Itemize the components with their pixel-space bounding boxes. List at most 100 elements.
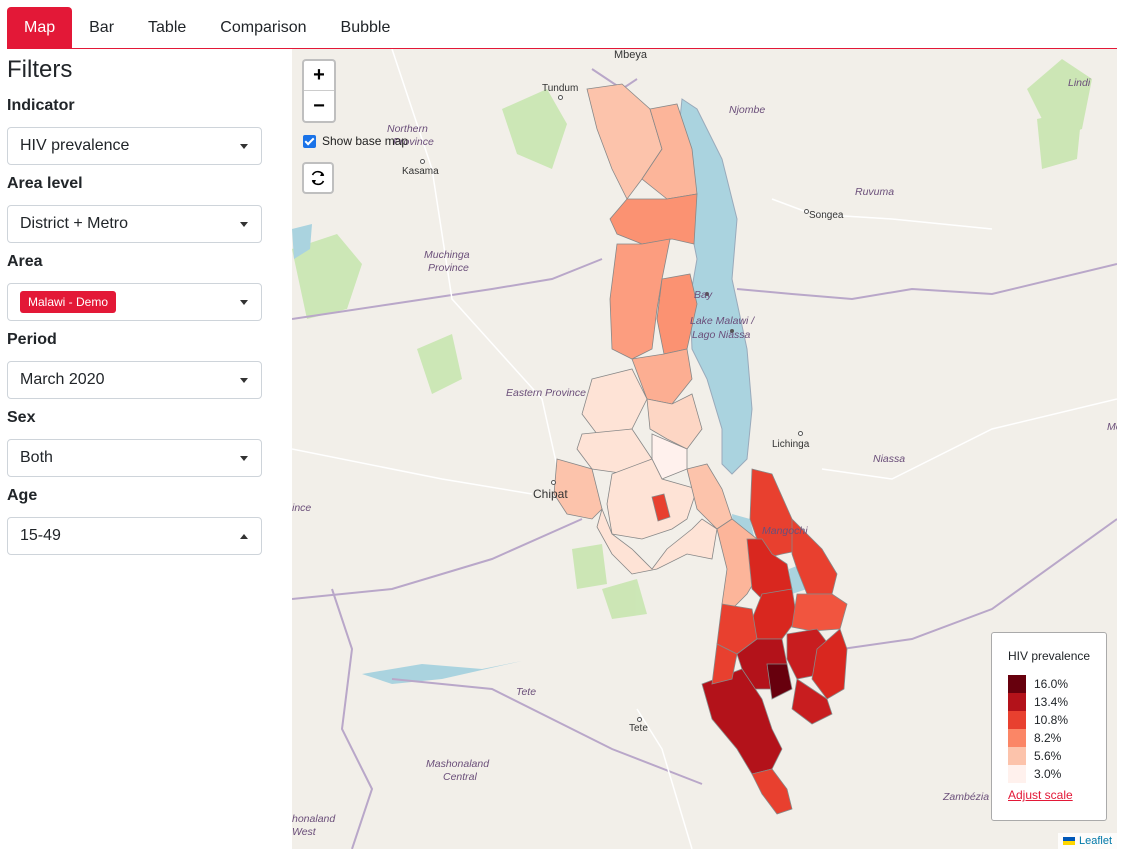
park-area [572, 544, 607, 589]
chevron-down-icon [240, 222, 248, 227]
chevron-up-icon [240, 534, 248, 539]
city-dot [420, 159, 425, 164]
district-balaka[interactable] [751, 588, 798, 640]
district-lilongwe[interactable] [606, 458, 698, 540]
zoom-control: + − [302, 59, 336, 123]
indicator-label: Indicator [7, 97, 75, 114]
legend-title: HIV prevalence [1008, 649, 1091, 663]
chevron-down-icon [240, 378, 248, 383]
city-dot [558, 95, 563, 100]
refresh-icon [311, 170, 325, 186]
label-muchinga-2: Province [428, 262, 469, 274]
area-tag[interactable]: Malawi - Demo [20, 291, 117, 313]
legend-item: 5.6% [1008, 747, 1106, 765]
area-level-value: District + Metro [20, 215, 129, 232]
park-area [502, 89, 567, 169]
label-songea: Songea [809, 210, 844, 221]
park-area [1037, 109, 1082, 169]
age-value: 15-49 [20, 527, 61, 544]
reset-view-button[interactable] [302, 162, 334, 194]
label-ince: ince [292, 502, 312, 514]
ukraine-flag-icon [1062, 837, 1075, 845]
legend-label: 8.2% [1034, 731, 1062, 745]
legend-item: 3.0% [1008, 765, 1106, 783]
age-select[interactable]: 15-49 [7, 517, 262, 555]
attribution-label[interactable]: Leaflet [1079, 835, 1112, 847]
age-group: Age 15-49 [7, 486, 262, 555]
tab-table[interactable]: Table [131, 7, 203, 48]
district-nsanje[interactable] [751, 768, 793, 815]
label-muchinga: Muchinga [424, 249, 470, 261]
label-mashonaland-west-2: West [292, 826, 316, 838]
label-lichinga: Lichinga [772, 439, 810, 450]
sex-select[interactable]: Both [7, 439, 262, 477]
tab-bar-chart[interactable]: Bar [72, 7, 131, 48]
district-zomba[interactable] [791, 593, 848, 632]
chevron-down-icon [240, 456, 248, 461]
road [771, 198, 993, 230]
sex-value: Both [20, 449, 53, 466]
district-salima[interactable] [686, 463, 733, 530]
label-mashonaland: Mashonaland [426, 758, 490, 770]
label-tete-region: Tete [516, 686, 537, 698]
indicator-group: Indicator HIV prevalence [7, 96, 262, 165]
label-zambezia: Zambézia [943, 791, 990, 803]
legend-item: 16.0% [1008, 675, 1106, 693]
legend-swatch [1008, 729, 1026, 747]
label-chipata: Chipat [533, 487, 568, 501]
map-view[interactable]: Mbeya Tundum Njombe Lindi Northern Provi… [292, 49, 1117, 849]
area-level-label: Area level [7, 175, 83, 192]
label-eastern-province: Eastern Province [506, 387, 586, 399]
period-select[interactable]: March 2020 [7, 361, 262, 399]
city-dot [798, 431, 803, 436]
area-level-select[interactable]: District + Metro [7, 205, 262, 243]
filters-title: Filters [7, 56, 73, 83]
label-ruvuma: Ruvuma [855, 186, 895, 198]
label-mashonaland-west: honaland [292, 813, 336, 825]
legend-item: 13.4% [1008, 693, 1106, 711]
label-bay: Bay [694, 289, 713, 301]
legend-swatch [1008, 693, 1026, 711]
attribution[interactable]: Leaflet [1057, 833, 1117, 849]
indicator-value: HIV prevalence [20, 137, 130, 154]
border-line [292, 518, 583, 600]
label-mashonaland-2: Central [443, 771, 477, 783]
label-niassa: Niassa [873, 453, 906, 465]
legend-swatch [1008, 675, 1026, 693]
district-nkhata-bay[interactable] [656, 273, 698, 355]
district-rumphi[interactable] [609, 193, 698, 245]
indicator-select[interactable]: HIV prevalence [7, 127, 262, 165]
tab-comparison[interactable]: Comparison [203, 7, 323, 48]
park-area [417, 334, 462, 394]
chevron-down-icon [240, 300, 248, 305]
legend-label: 3.0% [1034, 767, 1062, 781]
period-value: March 2020 [20, 371, 105, 388]
legend-label: 10.8% [1034, 713, 1069, 727]
area-select[interactable]: Malawi - Demo [7, 283, 262, 321]
tab-bubble[interactable]: Bubble [324, 7, 408, 48]
city-dot [551, 480, 556, 485]
age-label: Age [7, 487, 38, 504]
area-group: Area Malawi - Demo [7, 252, 262, 321]
checkbox-checked-icon[interactable] [303, 134, 316, 148]
tab-bar: Map Bar Table Comparison Bubble [7, 7, 1117, 49]
period-label: Period [7, 331, 57, 348]
legend-label: 16.0% [1034, 677, 1069, 691]
district-kasungu[interactable] [581, 368, 648, 435]
zoom-out-button[interactable]: − [304, 91, 334, 121]
sex-group: Sex Both [7, 408, 262, 477]
legend-swatch [1008, 765, 1026, 783]
show-base-map-toggle[interactable]: Show base map [303, 134, 408, 148]
city-dot [637, 717, 642, 722]
legend-item: 8.2% [1008, 729, 1106, 747]
border-line [331, 588, 374, 849]
adjust-scale-link[interactable]: Adjust scale [1008, 788, 1106, 802]
label-tundum: Tundum [542, 83, 579, 94]
legend-item: 10.8% [1008, 711, 1106, 729]
label-lake-malawi-2: Lago Niassa [692, 329, 751, 341]
tab-map[interactable]: Map [7, 7, 73, 48]
zoom-in-button[interactable]: + [304, 61, 334, 91]
district-blantyre-city[interactable] [766, 663, 793, 700]
period-group: Period March 2020 [7, 330, 262, 399]
map-legend: HIV prevalence 16.0% 13.4% 10.8% 8.2% 5.… [991, 632, 1107, 821]
